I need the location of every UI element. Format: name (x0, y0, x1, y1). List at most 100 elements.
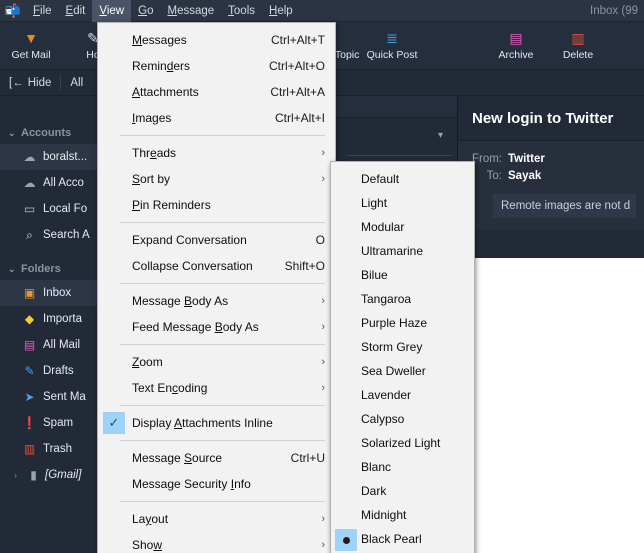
sidebar-item-inbox[interactable]: ▣Inbox (0, 280, 109, 306)
menu-item-images[interactable]: ImagesCtrl+Alt+I (98, 105, 335, 131)
thunderbird-logo-icon: 📬 (0, 4, 26, 17)
sidebar-item-trash[interactable]: ▥Trash (0, 436, 109, 462)
theme-item-label: Dark (361, 484, 464, 498)
cloud-download-icon: ▼ (24, 30, 38, 46)
quick-filter-area[interactable]: ▾ (347, 118, 457, 162)
sidebar-item-importa[interactable]: ◆Importa (0, 306, 109, 332)
theme-item-storm-grey[interactable]: Storm Grey (331, 335, 474, 359)
filter-all-button[interactable]: All (61, 77, 92, 89)
menu-item-messages[interactable]: MessagesCtrl+Alt+T (98, 27, 335, 53)
theme-item-calypso[interactable]: Calypso (331, 407, 474, 431)
chevron-down-icon[interactable]: ▾ (438, 130, 443, 141)
menu-item-layout[interactable]: Layout› (98, 506, 335, 532)
menu-item-label: Zoom (132, 355, 311, 369)
pencil-icon: ✎ (22, 364, 37, 378)
menu-item-label: Message Source (132, 451, 275, 465)
theme-item-dark[interactable]: Dark (331, 479, 474, 503)
toolbar-button-label: Quick Post (367, 49, 418, 61)
menu-separator (120, 405, 325, 406)
sidebar-item-label: boralst... (43, 151, 87, 163)
menu-item-reminders[interactable]: RemindersCtrl+Alt+O (98, 53, 335, 79)
theme-item-purple-haze[interactable]: Purple Haze (331, 311, 474, 335)
menubar-item-label: Tools (228, 5, 255, 17)
toolbar-button-delete[interactable]: ▥Delete (547, 23, 609, 69)
menubar-item-help[interactable]: Help (262, 0, 300, 22)
hide-panel-button[interactable]: [← Hide (0, 70, 60, 96)
sidebar-item-drafts[interactable]: ✎Drafts (0, 358, 109, 384)
chevron-right-icon[interactable]: › (14, 470, 22, 480)
chevron-right-icon: › (311, 147, 325, 159)
radio-dot (343, 537, 350, 544)
menu-item-collapse-conversation[interactable]: Collapse ConversationShift+O (98, 253, 335, 279)
folder-sidebar[interactable]: ⌄Accounts ☁ boralst... ☁All Acco▭Local Fo⌕S… (0, 96, 110, 553)
menu-item-zoom[interactable]: Zoom› (98, 349, 335, 375)
theme-item-black-pearl[interactable]: Black Pearl (331, 527, 474, 551)
menu-item-text-encoding[interactable]: Text Encoding› (98, 375, 335, 401)
from-value[interactable]: Twitter (508, 151, 545, 168)
theme-submenu-popup[interactable]: Default Light Modular Ultramarine BilueTanga… (330, 161, 475, 553)
theme-item-ultramarine[interactable]: Ultramarine (331, 239, 474, 263)
sidebar-item-local-fo[interactable]: ▭Local Fo (0, 196, 109, 222)
sidebar-item-all-acco[interactable]: ☁All Acco (0, 170, 109, 196)
menu-item-threads[interactable]: Threads› (98, 140, 335, 166)
theme-item-midnight[interactable]: Midnight (331, 503, 474, 527)
toolbar-button-archive[interactable]: ▤Archive (485, 23, 547, 69)
menubar-item-file[interactable]: File (26, 0, 59, 22)
menu-item-label: Display Attachments Inline (132, 416, 325, 430)
theme-item-label: Ultramarine (361, 244, 464, 258)
toolbar-button-quick-post[interactable]: ≣Quick Post (361, 23, 423, 69)
folder-icon: ▮ (26, 468, 41, 482)
theme-item-bilue[interactable]: Bilue (331, 263, 474, 287)
sidebar-item-all-mail[interactable]: ▤All Mail (0, 332, 109, 358)
menubar-item-message[interactable]: Message (160, 0, 221, 22)
menubar-item-view[interactable]: View (92, 0, 131, 22)
sidebar-item-sent-ma[interactable]: ➤Sent Ma (0, 384, 109, 410)
sidebar-item-gmail[interactable]: ›▮[Gmail] (0, 462, 109, 488)
menu-item-message-security-info[interactable]: Message Security Info (98, 471, 335, 497)
sidebar-group-label: Folders (21, 263, 61, 275)
theme-item-default[interactable]: Default (331, 167, 474, 191)
menubar-item-edit[interactable]: Edit (59, 0, 93, 22)
menu-item-label: Text Encoding (132, 381, 311, 395)
theme-item-sea-dweller[interactable]: Sea Dweller (331, 359, 474, 383)
from-row: From: Twitter (458, 151, 644, 168)
menu-item-expand-conversation[interactable]: Expand ConversationO (98, 227, 335, 253)
chevron-right-icon: › (311, 356, 325, 368)
menu-item-pin-reminders[interactable]: Pin Reminders (98, 192, 335, 218)
remote-images-notice[interactable]: Remote images are not d (493, 194, 636, 218)
sidebar-item-boralst[interactable]: ☁ boralst... (0, 144, 109, 170)
theme-item-label: Light (361, 196, 464, 210)
sidebar-item-search-a[interactable]: ⌕Search A (0, 222, 109, 248)
sidebar-item-label: Spam (43, 417, 73, 429)
to-value[interactable]: Sayak (508, 168, 541, 185)
menubar-item-go[interactable]: Go (131, 0, 160, 22)
inbox-icon: ▣ (22, 286, 37, 300)
view-menu-popup[interactable]: MessagesCtrl+Alt+TRemindersCtrl+Alt+OAtt… (97, 22, 336, 553)
menu-item-message-source[interactable]: Message SourceCtrl+U (98, 445, 335, 471)
toolbar-button-get-mail[interactable]: ▼Get Mail (0, 23, 62, 69)
menu-item-sort-by[interactable]: Sort by› (98, 166, 335, 192)
sidebar-group-folders[interactable]: ⌄Folders (0, 258, 109, 280)
theme-item-label: Storm Grey (361, 340, 464, 354)
sidebar-item-spam[interactable]: ❗Spam (0, 410, 109, 436)
sidebar-item-label: All Mail (43, 339, 80, 351)
cloud-icon: ☁ (22, 150, 37, 164)
theme-item-modular[interactable]: Modular (331, 215, 474, 239)
menu-item-show[interactable]: Show› (98, 532, 335, 553)
menu-item-shortcut: Ctrl+Alt+T (255, 33, 325, 47)
menu-item-shortcut: Shift+O (269, 259, 325, 273)
theme-item-blanc[interactable]: Blanc (331, 455, 474, 479)
theme-item-light[interactable]: Light (331, 191, 474, 215)
menu-item-message-body-as[interactable]: Message Body As› (98, 288, 335, 314)
sidebar-group-accounts[interactable]: ⌄Accounts (0, 122, 109, 144)
menu-item-feed-message-body-as[interactable]: Feed Message Body As› (98, 314, 335, 340)
menubar-item-tools[interactable]: Tools (221, 0, 262, 22)
theme-item-lavender[interactable]: Lavender (331, 383, 474, 407)
menu-item-label: Reminders (132, 59, 253, 73)
menu-item-attachments[interactable]: AttachmentsCtrl+Alt+A (98, 79, 335, 105)
theme-item-solarized-light[interactable]: Solarized Light (331, 431, 474, 455)
menu-separator (120, 135, 325, 136)
chevron-right-icon: › (311, 321, 325, 333)
theme-item-tangaroa[interactable]: Tangaroa (331, 287, 474, 311)
menu-item-display-attachments-inline[interactable]: ✓Display Attachments Inline (98, 410, 335, 436)
